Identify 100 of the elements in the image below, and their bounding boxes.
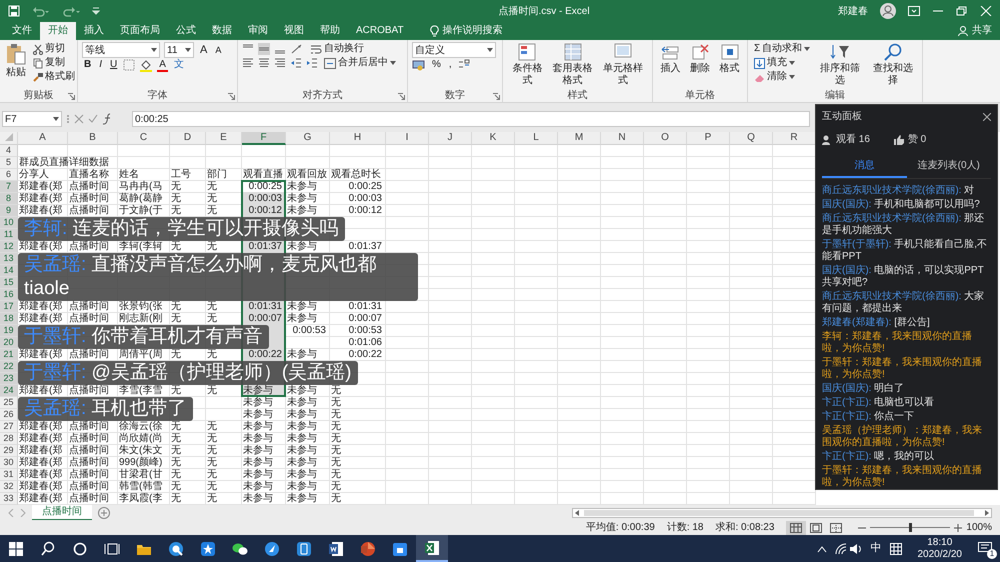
row-header[interactable]: 8: [0, 193, 18, 205]
row-header[interactable]: 13: [0, 253, 18, 265]
row-header[interactable]: 24: [0, 385, 18, 397]
row-header[interactable]: 5: [0, 157, 18, 169]
ribbon-tab[interactable]: 审阅: [240, 22, 276, 40]
column-header[interactable]: N: [601, 132, 644, 145]
column-header[interactable]: M: [558, 132, 601, 145]
input-method[interactable]: 中: [862, 540, 890, 557]
row-header[interactable]: 17: [0, 301, 18, 313]
row-header[interactable]: 20: [0, 337, 18, 349]
clock-date[interactable]: 2020/2/20: [918, 548, 962, 560]
column-header[interactable]: I: [386, 132, 429, 145]
number-format-select[interactable]: 自定义: [412, 42, 496, 58]
ribbon-button[interactable]: 格式刷: [31, 70, 77, 84]
clock-time[interactable]: 18:10: [927, 536, 952, 548]
sheet-tab[interactable]: 点播时间: [32, 504, 92, 520]
ribbon-button[interactable]: 查找和选择: [868, 42, 918, 88]
ribbon-button[interactable]: 删除: [686, 42, 714, 76]
ribbon-tab[interactable]: 文件: [4, 22, 40, 40]
column-header[interactable]: D: [170, 132, 206, 145]
row-header[interactable]: 25: [0, 397, 18, 409]
column-header[interactable]: O: [644, 132, 687, 145]
column-header[interactable]: K: [472, 132, 515, 145]
ribbon-tab[interactable]: 页面布局: [112, 22, 168, 40]
row-header[interactable]: 21: [0, 349, 18, 361]
row-header[interactable]: 31: [0, 469, 18, 481]
ribbon-tab[interactable]: 帮助: [312, 22, 348, 40]
ribbon-button[interactable]: 复制: [31, 56, 77, 70]
phonetic-button[interactable]: 文: [172, 58, 186, 72]
row-header[interactable]: 11: [0, 229, 18, 241]
row-header[interactable]: 15: [0, 277, 18, 289]
ribbon-button[interactable]: 粘贴: [4, 42, 28, 80]
font-style-button[interactable]: B: [82, 58, 94, 72]
row-header[interactable]: 32: [0, 481, 18, 493]
ribbon-tab[interactable]: 插入: [76, 22, 112, 40]
ribbon-button[interactable]: Σ 自动求和: [752, 42, 812, 56]
ribbon-tab[interactable]: ACROBAT: [348, 22, 412, 40]
ribbon-button[interactable]: 自动换行: [308, 42, 366, 56]
column-header[interactable]: R: [773, 132, 816, 145]
column-header[interactable]: H: [330, 132, 386, 145]
ribbon-tab[interactable]: 数据: [204, 22, 240, 40]
ribbon-tab[interactable]: 公式: [168, 22, 204, 40]
ribbon-button[interactable]: 清除: [752, 70, 812, 84]
number-format-button[interactable]: ,: [446, 58, 454, 72]
column-header[interactable]: F: [242, 132, 286, 145]
row-header[interactable]: 33: [0, 493, 18, 505]
column-header[interactable]: E: [206, 132, 242, 145]
row-header[interactable]: 14: [0, 265, 18, 277]
row-header[interactable]: 23: [0, 373, 18, 385]
ribbon-tab[interactable]: 开始: [40, 22, 76, 40]
row-header[interactable]: 4: [0, 145, 18, 157]
row-header[interactable]: 29: [0, 445, 18, 457]
row-header[interactable]: 7: [0, 181, 18, 193]
font-style-button[interactable]: I: [97, 58, 104, 72]
font-size-select[interactable]: 11: [164, 42, 194, 58]
row-header[interactable]: 12: [0, 241, 18, 253]
panel-tab[interactable]: 消息: [822, 155, 906, 178]
row-header[interactable]: 27: [0, 421, 18, 433]
number-format-button[interactable]: %: [430, 58, 443, 72]
row-header[interactable]: 28: [0, 433, 18, 445]
share-button[interactable]: 共享: [950, 22, 1000, 40]
panel-tab[interactable]: 连麦列表(0人): [906, 155, 991, 178]
ribbon-button[interactable]: 单元格样式: [598, 42, 648, 88]
tell-me-search[interactable]: 操作说明搜索: [422, 22, 511, 40]
column-header[interactable]: A: [18, 132, 68, 145]
table-cell-text: 0:00:53: [292, 325, 327, 337]
ribbon-tab[interactable]: 视图: [276, 22, 312, 40]
font-size-button[interactable]: A: [213, 43, 224, 57]
name-box[interactable]: F7: [2, 111, 62, 127]
ribbon-button[interactable]: 插入: [657, 42, 684, 76]
ribbon-button[interactable]: 排序和筛选: [815, 42, 866, 88]
column-header[interactable]: B: [68, 132, 118, 145]
ribbon-button[interactable]: 剪切: [31, 42, 77, 56]
font-size-button[interactable]: A: [198, 43, 210, 57]
zoom-level[interactable]: 100%: [966, 520, 992, 535]
row-header[interactable]: 19: [0, 325, 18, 337]
row-header[interactable]: 26: [0, 409, 18, 421]
formula-field[interactable]: 0:00:25: [132, 111, 810, 127]
font-style-button[interactable]: U: [108, 58, 120, 72]
font-color-button[interactable]: A: [157, 58, 168, 72]
chat-message: 卞正(卞正): 电脑也可以看: [822, 397, 936, 409]
row-header[interactable]: 18: [0, 313, 18, 325]
column-header[interactable]: C: [118, 132, 170, 145]
ribbon-button[interactable]: 条件格式: [507, 42, 548, 88]
row-header[interactable]: 10: [0, 217, 18, 229]
ribbon-button[interactable]: 合并后居中: [322, 56, 398, 70]
table-cell-text: 无: [206, 241, 218, 253]
row-header[interactable]: 9: [0, 205, 18, 217]
row-header[interactable]: 16: [0, 289, 18, 301]
column-header[interactable]: J: [429, 132, 472, 145]
ribbon-button[interactable]: 套用表格格式: [550, 42, 595, 88]
ribbon-button[interactable]: 格式: [716, 42, 744, 76]
row-header[interactable]: 22: [0, 361, 18, 373]
column-header[interactable]: G: [286, 132, 330, 145]
column-header[interactable]: P: [687, 132, 730, 145]
row-header[interactable]: 6: [0, 169, 18, 181]
column-header[interactable]: Q: [730, 132, 773, 145]
column-header[interactable]: L: [515, 132, 558, 145]
ribbon-button[interactable]: 填充: [752, 56, 812, 70]
row-header[interactable]: 30: [0, 457, 18, 469]
